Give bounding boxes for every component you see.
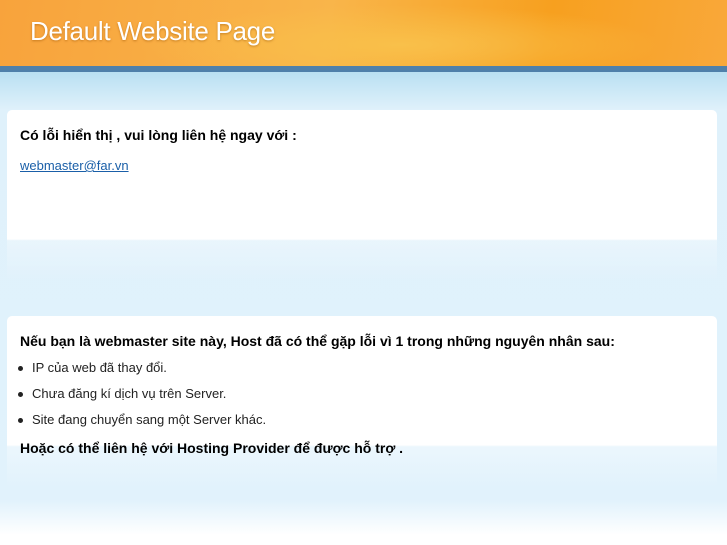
list-item: Site đang chuyển sang một Server khác. bbox=[7, 412, 266, 438]
webmaster-email-link[interactable]: webmaster@far.vn bbox=[20, 158, 129, 173]
contact-panel: Có lỗi hiển thị , vui lòng liên hệ ngay … bbox=[7, 110, 717, 282]
list-item: IP của web đã thay đổi. bbox=[7, 360, 266, 386]
reasons-intro: Nếu bạn là webmaster site này, Host đã c… bbox=[20, 333, 615, 349]
reasons-list: IP của web đã thay đổi. Chưa đăng kí dịc… bbox=[7, 360, 266, 438]
list-item: Chưa đăng kí dịch vụ trên Server. bbox=[7, 386, 266, 412]
header-divider bbox=[0, 66, 727, 72]
reasons-panel: Nếu bạn là webmaster site này, Host đã c… bbox=[7, 316, 717, 488]
hosting-provider-note: Hoặc có thể liên hệ với Hosting Provider… bbox=[20, 440, 404, 456]
header-banner: Default Website Page bbox=[0, 0, 727, 66]
page-title: Default Website Page bbox=[30, 16, 275, 46]
error-message: Có lỗi hiển thị , vui lòng liên hệ ngay … bbox=[20, 127, 297, 143]
